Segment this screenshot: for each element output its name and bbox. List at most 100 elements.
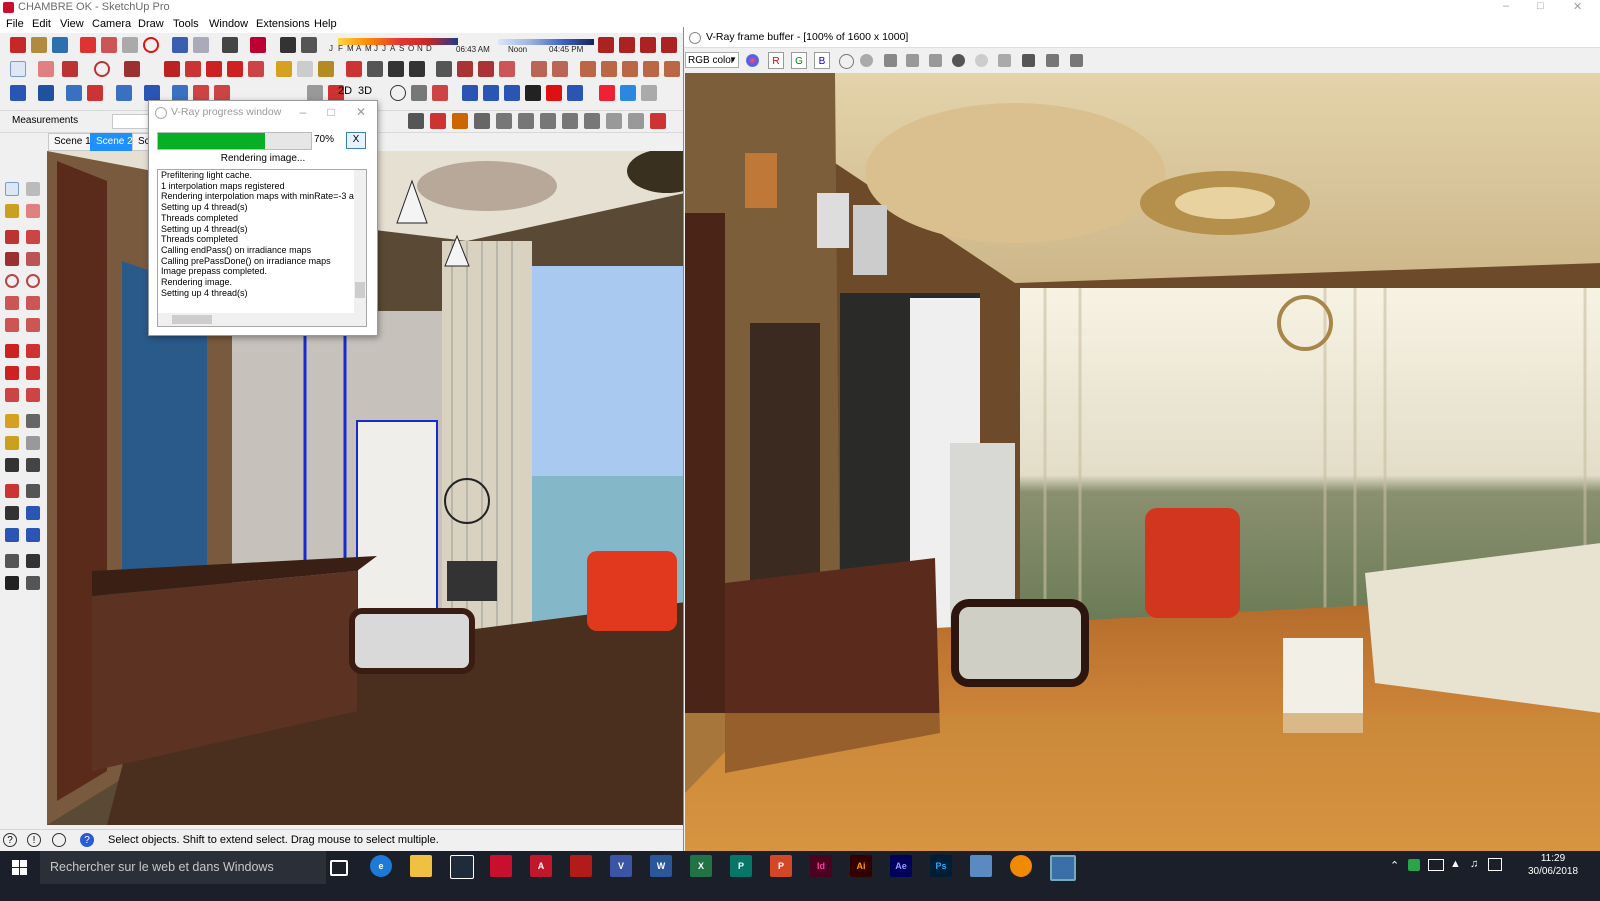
tray-chevron-up-icon[interactable]: ⌃: [1390, 859, 1399, 872]
open-icon[interactable]: [31, 37, 47, 53]
model-info-icon[interactable]: [250, 37, 266, 53]
3d-text-tool-icon[interactable]: [26, 458, 40, 472]
record-icon[interactable]: [546, 85, 562, 101]
vlc-icon[interactable]: [1010, 855, 1032, 877]
track-mouse-icon[interactable]: [975, 54, 988, 67]
rotated-rect-tool-icon[interactable]: [26, 252, 40, 266]
protractor-tool-icon[interactable]: [5, 436, 19, 450]
dimension-tool-icon[interactable]: [26, 414, 40, 428]
compass-icon[interactable]: [390, 85, 406, 101]
line-tool-icon[interactable]: [5, 230, 19, 244]
contour-icon[interactable]: [562, 113, 578, 129]
axes-icon[interactable]: [10, 85, 26, 101]
rotate-tool-icon[interactable]: [5, 366, 19, 380]
vray-render-icon[interactable]: [598, 37, 614, 53]
paste-icon[interactable]: [122, 37, 138, 53]
xray-icon[interactable]: [664, 61, 680, 77]
start-button[interactable]: [0, 851, 40, 884]
notification-icon[interactable]: [1488, 858, 1502, 871]
save-all-icon[interactable]: [906, 54, 919, 67]
follow-mouse-icon[interactable]: [998, 54, 1011, 67]
arc-tool-icon[interactable]: [5, 296, 19, 310]
fog-icon[interactable]: [301, 37, 317, 53]
view-front-icon[interactable]: [580, 61, 596, 77]
bezier-icon[interactable]: [430, 113, 446, 129]
menu-help[interactable]: Help: [310, 17, 341, 32]
tape-icon[interactable]: [606, 113, 622, 129]
tray-app-icon[interactable]: [1408, 859, 1420, 871]
close-button[interactable]: ✕: [1573, 0, 1582, 13]
zoom-extents-tool-icon[interactable]: [5, 528, 19, 542]
tape-measure-icon[interactable]: [276, 61, 292, 77]
autocad-icon[interactable]: A: [530, 855, 552, 877]
illustrator-icon[interactable]: Ai: [850, 855, 872, 877]
select-icon[interactable]: [10, 61, 26, 77]
solid-blue-icon[interactable]: [620, 85, 636, 101]
text-tool-icon[interactable]: [26, 436, 40, 450]
text-icon[interactable]: [297, 61, 313, 77]
menu-extensions[interactable]: Extensions: [252, 17, 314, 32]
paint-bucket-icon[interactable]: [318, 61, 334, 77]
polygon-tool-icon[interactable]: [26, 274, 40, 288]
view-right-icon[interactable]: [601, 61, 617, 77]
move-icon[interactable]: [206, 61, 222, 77]
paint-tool-icon[interactable]: [5, 204, 19, 218]
minimize-button[interactable]: –: [1503, 0, 1509, 12]
fillet-icon[interactable]: [650, 113, 666, 129]
previous-view-tool-icon[interactable]: [26, 528, 40, 542]
scroll-thumb[interactable]: [355, 282, 365, 298]
rectangle-icon[interactable]: [124, 61, 140, 77]
menu-window[interactable]: Window: [205, 17, 252, 32]
push-pull-icon[interactable]: [164, 61, 180, 77]
push-pull-tool-icon[interactable]: [26, 344, 40, 358]
print-icon[interactable]: [222, 37, 238, 53]
pan-icon[interactable]: [367, 61, 383, 77]
red-channel-button[interactable]: R: [768, 52, 784, 69]
zoom-tool-icon[interactable]: [5, 506, 19, 520]
freehand-tool-icon[interactable]: [26, 230, 40, 244]
follow-me-icon[interactable]: [185, 61, 201, 77]
photoshop-icon[interactable]: Ps: [930, 855, 952, 877]
section-fill-icon[interactable]: [214, 85, 230, 101]
mirror-icon[interactable]: [87, 85, 103, 101]
log-vertical-scrollbar[interactable]: [354, 170, 366, 313]
scroll-thumb[interactable]: [172, 315, 212, 324]
circle-tool-icon[interactable]: [5, 274, 19, 288]
eraser-tool-icon[interactable]: [26, 204, 40, 218]
wifi-icon[interactable]: ▲: [1450, 858, 1461, 870]
add-detail-icon[interactable]: [628, 113, 644, 129]
walk-tool-icon[interactable]: [5, 576, 19, 590]
powerpoint-icon[interactable]: P: [770, 855, 792, 877]
after-effects-icon[interactable]: Ae: [890, 855, 912, 877]
menu-draw[interactable]: Draw: [134, 17, 168, 32]
layout-icon[interactable]: [499, 61, 515, 77]
excel-icon[interactable]: X: [690, 855, 712, 877]
skin-icon[interactable]: [462, 85, 478, 101]
orbit-tool-icon[interactable]: [5, 484, 19, 498]
follow-me-tool-icon[interactable]: [26, 366, 40, 380]
view-2d-toggle[interactable]: 2D: [338, 85, 352, 97]
duplicate-icon[interactable]: [929, 54, 942, 67]
copy-icon[interactable]: [101, 37, 117, 53]
store-icon[interactable]: [450, 855, 474, 879]
shadows-icon[interactable]: [280, 37, 296, 53]
view-iso-icon[interactable]: [531, 61, 547, 77]
blue-channel-button[interactable]: B: [814, 52, 830, 69]
battery-icon[interactable]: [1428, 859, 1444, 871]
scale-tool-icon[interactable]: [5, 388, 19, 402]
offset-icon[interactable]: [408, 113, 424, 129]
save-image-icon[interactable]: [884, 54, 897, 67]
play-icon[interactable]: [525, 85, 541, 101]
stamp-icon[interactable]: [474, 113, 490, 129]
move-tool-icon[interactable]: [5, 344, 19, 358]
user-icon[interactable]: [52, 833, 66, 847]
menu-tools[interactable]: Tools: [169, 17, 203, 32]
word-icon[interactable]: W: [650, 855, 672, 877]
view-left-icon[interactable]: [643, 61, 659, 77]
two-point-arc-tool-icon[interactable]: [26, 296, 40, 310]
position-camera-icon[interactable]: [144, 85, 160, 101]
maximize-button[interactable]: □: [1537, 0, 1544, 12]
measurements-input[interactable]: [112, 114, 152, 129]
position-camera-tool-icon[interactable]: [5, 554, 19, 568]
display-corrections-icon[interactable]: [1070, 54, 1083, 67]
